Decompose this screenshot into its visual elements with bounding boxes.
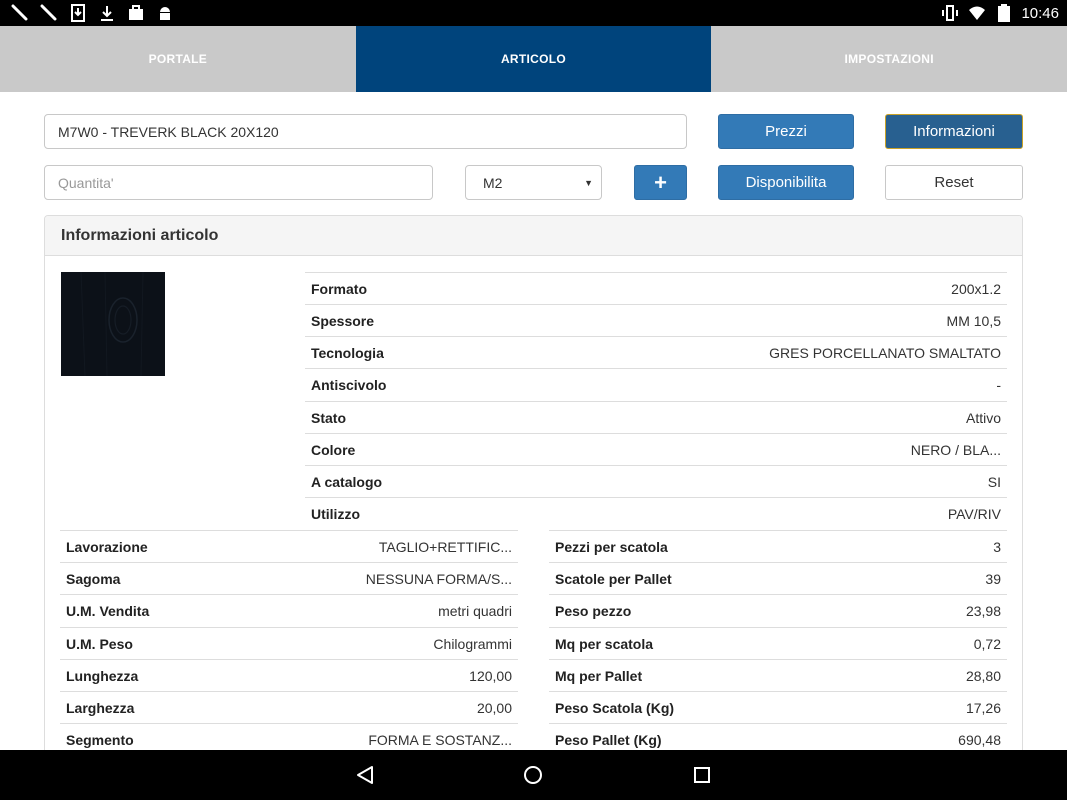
table-row: Peso Scatola (Kg) 17,26 bbox=[549, 691, 1007, 723]
table-row: Mq per Pallet 28,80 bbox=[549, 659, 1007, 691]
prezzi-button[interactable]: Prezzi bbox=[718, 114, 854, 149]
caret-down-icon: ▼ bbox=[584, 178, 593, 188]
table-row: Lunghezza 120,00 bbox=[60, 659, 518, 691]
tab-portale[interactable]: PORTALE bbox=[0, 26, 356, 92]
table-row: Sagoma NESSUNA FORMA/S... bbox=[60, 562, 518, 594]
tab-impostazioni[interactable]: IMPOSTAZIONI bbox=[711, 26, 1067, 92]
clock: 10:46 bbox=[1021, 4, 1059, 22]
table-row: Mq per scatola 0,72 bbox=[549, 627, 1007, 659]
recents-icon[interactable] bbox=[691, 764, 713, 786]
table-row: Colore NERO / BLA... bbox=[305, 433, 1007, 465]
tool-icon bbox=[10, 3, 30, 23]
table-row: Peso pezzo 23,98 bbox=[549, 594, 1007, 626]
vibrate-icon bbox=[940, 3, 960, 23]
table-row: Tecnologia GRES PORCELLANATO SMALTATO bbox=[305, 336, 1007, 368]
android-icon bbox=[155, 3, 175, 23]
briefcase-icon bbox=[126, 3, 146, 23]
table-row: Scatole per Pallet 39 bbox=[549, 562, 1007, 594]
table-row: U.M. Vendita metri quadri bbox=[60, 594, 518, 626]
quantity-input[interactable]: Quantita' bbox=[44, 165, 433, 200]
panel-title: Informazioni articolo bbox=[45, 216, 1022, 256]
table-row: A catalogo SI bbox=[305, 465, 1007, 497]
table-row: Antiscivolo - bbox=[305, 368, 1007, 400]
add-button[interactable]: + bbox=[634, 165, 687, 200]
tab-articolo[interactable]: ARTICOLO bbox=[355, 26, 712, 92]
unit-select[interactable]: M2 ▼ bbox=[465, 165, 602, 200]
download-icon bbox=[97, 3, 117, 23]
home-icon[interactable] bbox=[522, 764, 544, 786]
disponibilita-button[interactable]: Disponibilita bbox=[718, 165, 854, 200]
table-row: Stato Attivo bbox=[305, 401, 1007, 433]
navigation-bar bbox=[0, 750, 1067, 800]
product-image bbox=[61, 272, 165, 376]
tool-icon bbox=[39, 3, 59, 23]
tab-bar: PORTALE ARTICOLO IMPOSTAZIONI bbox=[0, 26, 1067, 92]
table-row: Spessore MM 10,5 bbox=[305, 304, 1007, 336]
status-bar: 10:46 bbox=[0, 0, 1067, 26]
download-box-icon bbox=[68, 3, 88, 23]
table-row: Formato 200x1.2 bbox=[305, 272, 1007, 304]
table-row: Lavorazione TAGLIO+RETTIFIC... bbox=[60, 530, 518, 562]
back-icon[interactable] bbox=[354, 764, 376, 786]
article-input[interactable]: M7W0 - TREVERK BLACK 20X120 bbox=[44, 114, 687, 149]
reset-button[interactable]: Reset bbox=[885, 165, 1023, 200]
table-row: U.M. Peso Chilogrammi bbox=[60, 627, 518, 659]
table-row: Larghezza 20,00 bbox=[60, 691, 518, 723]
battery-icon bbox=[994, 3, 1014, 23]
unit-select-value: M2 bbox=[483, 174, 503, 191]
informazioni-button[interactable]: Informazioni bbox=[885, 114, 1023, 149]
table-row: Pezzi per scatola 3 bbox=[549, 530, 1007, 562]
table-row: Utilizzo PAV/RIV bbox=[305, 497, 1007, 529]
wifi-icon bbox=[967, 3, 987, 23]
